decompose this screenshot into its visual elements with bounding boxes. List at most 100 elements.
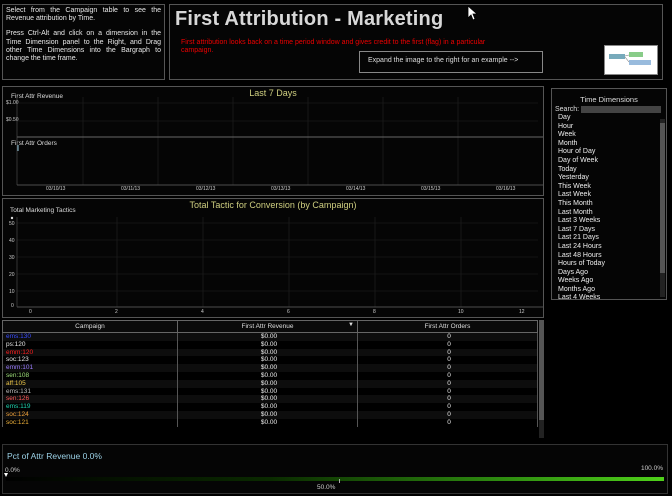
table-row[interactable]: emm:120 $0.00 0 xyxy=(2,348,538,357)
last-7-days-chart[interactable]: Last 7 Days First Attr Revenue $1.00 $0.… xyxy=(2,86,544,196)
revenue-cell: $0.00 xyxy=(177,332,358,341)
table-row[interactable]: ems:119 $0.00 0 xyxy=(2,403,538,411)
orders-cell: 0 xyxy=(357,387,538,396)
x-tick: 8 xyxy=(373,309,376,315)
time-dimension-item[interactable]: Last 3 Weeks xyxy=(558,217,666,226)
campaign-cell[interactable]: ems:119 xyxy=(2,403,178,411)
scrollbar-thumb[interactable] xyxy=(660,123,665,273)
total-tactic-chart[interactable]: Total Tactic for Conversion (by Campaign… xyxy=(2,198,544,318)
revenue-cell: $0.00 xyxy=(177,403,358,411)
time-dimension-item[interactable]: Last 21 Days xyxy=(558,234,666,243)
x-tick: 03/11/13 xyxy=(121,186,141,192)
campaign-cell[interactable]: aff:105 xyxy=(2,379,178,388)
revenue-cell: $0.00 xyxy=(177,371,358,380)
table-row[interactable]: soc:124 $0.00 0 xyxy=(2,410,538,419)
campaign-cell[interactable]: soc:121 xyxy=(2,418,178,427)
campaign-cell[interactable]: ps:120 xyxy=(2,340,178,349)
column-header-revenue-label: First Attr Revenue xyxy=(241,323,294,330)
table-row[interactable]: ps:120 $0.00 0 xyxy=(2,340,538,349)
time-dimensions-title: Time Dimensions xyxy=(580,95,638,104)
x-tick: 03/14/13 xyxy=(346,186,366,192)
sort-desc-icon[interactable]: ▼ xyxy=(348,322,354,328)
time-dimension-item[interactable]: Weeks Ago xyxy=(558,277,666,286)
instructions-panel: Select from the Campaign table to see th… xyxy=(2,4,165,80)
time-dimension-item[interactable]: Days Ago xyxy=(558,269,666,278)
table-row[interactable]: ems:131 $0.00 0 xyxy=(2,387,538,396)
time-dimension-item[interactable]: Week xyxy=(558,131,666,140)
time-dimension-item[interactable]: Hour of Day xyxy=(558,148,666,157)
campaign-cell[interactable]: sen:108 xyxy=(2,371,178,380)
y-tick: 10 xyxy=(9,289,15,295)
pct-midpoint-tick xyxy=(339,479,340,483)
table-scrollbar[interactable] xyxy=(539,320,544,438)
expand-hint-box: Expand the image to the right for an exa… xyxy=(359,51,543,73)
table-row[interactable]: aff:105 $0.00 0 xyxy=(2,379,538,388)
pct-gauge-bar xyxy=(6,477,664,481)
x-tick: 12 xyxy=(519,309,525,315)
time-dimension-item[interactable]: This Week xyxy=(558,183,666,192)
time-dimension-item[interactable]: Month xyxy=(558,140,666,149)
time-dimension-item[interactable]: Months Ago xyxy=(558,286,666,295)
search-input[interactable] xyxy=(581,106,662,113)
column-header-revenue[interactable]: First Attr Revenue ▼ xyxy=(177,320,358,333)
example-thumbnail[interactable] xyxy=(604,45,658,75)
pct-revenue-title: Pct of Attr Revenue 0.0% xyxy=(7,451,102,461)
table-row[interactable]: soc:121 $0.00 0 xyxy=(2,418,538,427)
time-dimension-item[interactable]: Day xyxy=(558,114,666,123)
time-dimension-scrollbar[interactable] xyxy=(660,119,665,297)
time-dimension-item[interactable]: Last Week xyxy=(558,191,666,200)
revenue-cell: $0.00 xyxy=(177,418,358,427)
time-dimension-item[interactable]: Day of Week xyxy=(558,157,666,166)
campaign-cell[interactable]: ems:130 xyxy=(2,332,178,341)
orders-cell: 0 xyxy=(357,379,538,388)
search-row: Search: xyxy=(555,106,666,113)
time-dimension-item[interactable]: This Month xyxy=(558,200,666,209)
campaign-table: Campaign First Attr Revenue ▼ First Attr … xyxy=(2,320,538,427)
table-row[interactable]: soc:123 $0.00 0 xyxy=(2,356,538,365)
campaign-table-panel: Campaign First Attr Revenue ▼ First Attr … xyxy=(2,320,544,438)
pct-revenue-panel: Pct of Attr Revenue 0.0% 0.0% 100.0% 50.… xyxy=(2,444,668,494)
time-dimension-item[interactable]: Last 24 Hours xyxy=(558,243,666,252)
title-panel: First Attribution - Marketing First attr… xyxy=(169,4,663,80)
time-dimension-list: Day Hour Week Month Hour of Day Day of Week To… xyxy=(558,114,666,303)
y-tick: 0 xyxy=(11,303,14,309)
table-row[interactable]: emm:101 $0.00 0 xyxy=(2,364,538,372)
table-row[interactable]: sen:108 $0.00 0 xyxy=(2,371,538,380)
time-dimension-item[interactable]: Last 4 Weeks xyxy=(558,294,666,303)
campaign-cell[interactable]: ems:131 xyxy=(2,387,178,396)
time-dimension-item[interactable]: Hour xyxy=(558,123,666,132)
time-dimension-item[interactable]: Today xyxy=(558,166,666,175)
orders-cell: 0 xyxy=(357,418,538,427)
y-tick: 40 xyxy=(9,238,15,244)
x-tick: 0 xyxy=(29,309,32,315)
revenue-cell: $0.00 xyxy=(177,379,358,388)
campaign-cell[interactable]: sen:126 xyxy=(2,395,178,404)
orders-cell: 0 xyxy=(357,395,538,404)
table-row[interactable]: ems:130 $0.00 0 xyxy=(2,332,538,341)
time-dimension-item[interactable]: Yesterday xyxy=(558,174,666,183)
example-diagram-icon xyxy=(609,52,651,65)
revenue-cell: $0.00 xyxy=(177,356,358,365)
orders-cell: 0 xyxy=(357,410,538,419)
revenue-cell: $0.00 xyxy=(177,387,358,396)
pct-max-label: 100.0% xyxy=(640,465,663,472)
campaign-cell[interactable]: emm:120 xyxy=(2,348,178,357)
last-7-days-plot xyxy=(16,97,543,186)
x-tick: 03/12/13 xyxy=(196,186,216,192)
tactic-plot xyxy=(10,216,543,308)
time-dimension-item[interactable]: Hours of Today xyxy=(558,260,666,269)
scrollbar-thumb[interactable] xyxy=(539,320,544,420)
time-dimension-item[interactable]: Last 7 Days xyxy=(558,226,666,235)
x-tick: 4 xyxy=(201,309,204,315)
campaign-cell[interactable]: soc:123 xyxy=(2,356,178,365)
pct-marker-icon xyxy=(4,473,8,477)
instructions-text-2: Press Ctrl-Alt and click on a dimension … xyxy=(6,30,161,63)
time-dimension-item[interactable]: Last Month xyxy=(558,209,666,218)
table-row[interactable]: sen:126 $0.00 0 xyxy=(2,395,538,404)
campaign-cell[interactable]: emm:101 xyxy=(2,364,178,372)
time-dimension-item[interactable]: Last 48 Hours xyxy=(558,252,666,261)
x-tick: 03/13/13 xyxy=(271,186,291,192)
column-header-orders[interactable]: First Attr Orders xyxy=(357,320,538,333)
column-header-campaign[interactable]: Campaign xyxy=(2,320,178,333)
campaign-cell[interactable]: soc:124 xyxy=(2,410,178,419)
